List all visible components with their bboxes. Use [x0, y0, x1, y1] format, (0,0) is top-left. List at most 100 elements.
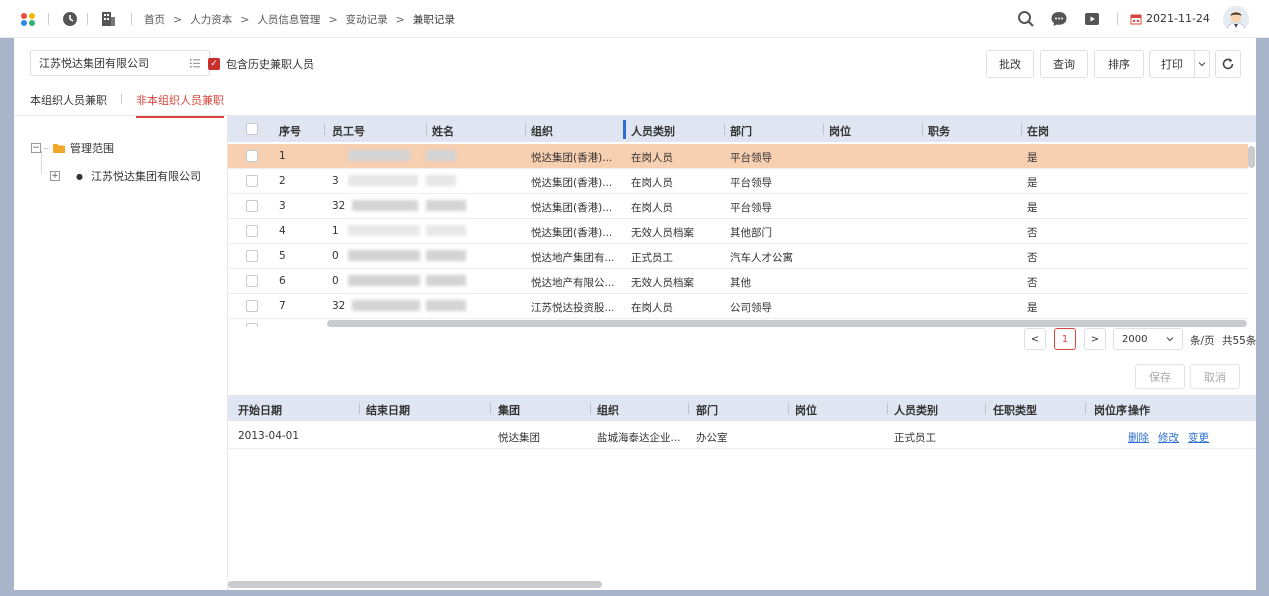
column-header[interactable]: 岗位 — [795, 402, 817, 418]
row-checkbox[interactable] — [246, 175, 258, 187]
date-display[interactable]: 2021-11-24 — [1130, 12, 1210, 25]
row-checkbox[interactable] — [246, 275, 258, 287]
bullet-icon: ● — [76, 171, 83, 181]
refresh-button[interactable] — [1215, 50, 1241, 78]
cell-onduty: 是 — [1027, 202, 1038, 214]
divider — [48, 13, 49, 25]
search-icon[interactable] — [1017, 10, 1035, 28]
column-header[interactable]: 任职类型 — [993, 402, 1037, 418]
column-resizer[interactable] — [1085, 403, 1086, 414]
redacted-area — [426, 250, 466, 261]
breadcrumb-item[interactable]: 人员信息管理 — [257, 12, 320, 27]
horizontal-scrollbar[interactable] — [327, 320, 1247, 327]
column-header[interactable]: 岗位序 — [1094, 402, 1127, 418]
column-header[interactable]: 集团 — [498, 402, 520, 418]
vertical-scrollbar[interactable] — [1248, 146, 1255, 168]
column-header[interactable]: 员工号 — [332, 123, 365, 139]
column-header[interactable]: 部门 — [730, 123, 752, 139]
breadcrumb-item[interactable]: 首页 — [144, 12, 165, 27]
column-header[interactable]: 开始日期 — [238, 402, 282, 418]
batch-edit-button[interactable]: 批改 — [986, 50, 1034, 78]
redacted-area — [426, 300, 466, 311]
column-header[interactable]: 职务 — [928, 123, 950, 139]
print-dropdown-button[interactable] — [1194, 50, 1210, 78]
column-resizer[interactable] — [724, 124, 725, 135]
total-count: 共55条 — [1222, 335, 1257, 347]
tree-node-child[interactable]: + ● 江苏悦达集团有限公司 — [50, 168, 201, 184]
column-resizer[interactable] — [1021, 124, 1022, 135]
building-icon[interactable] — [100, 11, 116, 27]
edit-link[interactable]: 修改 — [1158, 430, 1179, 445]
row-checkbox[interactable] — [246, 200, 258, 212]
column-header[interactable]: 姓名 — [432, 123, 454, 139]
column-header[interactable]: 操作 — [1128, 402, 1150, 418]
change-link[interactable]: 变更 — [1188, 430, 1209, 445]
save-button[interactable]: 保存 — [1135, 364, 1185, 389]
breadcrumb-item[interactable]: 变动记录 — [346, 12, 388, 27]
column-resizer[interactable] — [985, 403, 986, 414]
redacted-area — [426, 175, 456, 186]
cell-no: 1 — [279, 150, 286, 162]
divider — [121, 94, 122, 104]
column-resizer-active[interactable] — [623, 120, 626, 139]
column-header[interactable]: 组织 — [597, 402, 619, 418]
column-header[interactable]: 部门 — [696, 402, 718, 418]
column-resizer[interactable] — [490, 403, 491, 414]
column-resizer[interactable] — [922, 124, 923, 135]
tree-node-root[interactable]: − 管理范围 — [31, 140, 114, 156]
prev-page-button[interactable]: < — [1024, 328, 1046, 350]
row-checkbox[interactable] — [246, 300, 258, 312]
column-header[interactable]: 人员类别 — [894, 402, 938, 418]
cell-onduty: 否 — [1027, 252, 1038, 264]
column-resizer[interactable] — [525, 124, 526, 135]
folder-icon — [53, 144, 65, 153]
column-header[interactable]: 人员类别 — [631, 123, 675, 139]
org-select[interactable]: 江苏悦达集团有限公司 — [30, 50, 210, 76]
checkbox-checked-icon[interactable]: ✓ — [208, 58, 220, 70]
select-all-checkbox[interactable] — [246, 123, 258, 135]
row-checkbox[interactable] — [246, 150, 258, 162]
user-avatar-icon[interactable] — [1223, 6, 1249, 32]
column-resizer[interactable] — [426, 124, 427, 135]
cell-employee-id: 0 — [332, 250, 339, 262]
cell-group: 悦达集团 — [498, 432, 540, 444]
detail-table-row[interactable]: 2013-04-01 悦达集团 盐城海泰达企业... 办公室 正式员工 删除 修… — [228, 424, 1256, 449]
breadcrumb-item[interactable]: 人力资本 — [190, 12, 232, 27]
row-checkbox[interactable] — [246, 225, 258, 237]
chevron-down-icon — [1166, 337, 1174, 342]
column-resizer[interactable] — [887, 403, 888, 414]
column-header[interactable]: 结束日期 — [366, 402, 410, 418]
chat-icon[interactable] — [1050, 10, 1068, 28]
column-resizer[interactable] — [359, 403, 360, 414]
delete-link[interactable]: 删除 — [1128, 430, 1149, 445]
app-logo-icon[interactable] — [20, 12, 36, 26]
column-resizer[interactable] — [688, 403, 689, 414]
print-button[interactable]: 打印 — [1149, 50, 1195, 78]
expand-icon[interactable]: + — [50, 171, 60, 181]
column-resizer[interactable] — [590, 403, 591, 414]
horizontal-scrollbar[interactable] — [228, 581, 602, 588]
row-checkbox[interactable] — [246, 323, 258, 327]
query-button[interactable]: 查询 — [1040, 50, 1088, 78]
next-page-button[interactable]: > — [1084, 328, 1106, 350]
video-icon[interactable] — [1083, 10, 1101, 28]
column-resizer[interactable] — [823, 124, 824, 135]
column-header[interactable]: 在岗 — [1027, 123, 1049, 139]
clock-icon[interactable] — [62, 11, 78, 27]
redacted-area — [352, 300, 420, 311]
cancel-button[interactable]: 取消 — [1190, 364, 1240, 389]
column-header[interactable]: 序号 — [279, 123, 301, 139]
cell-onduty: 是 — [1027, 177, 1038, 189]
page-size-select[interactable]: 2000 — [1113, 328, 1183, 350]
row-checkbox[interactable] — [246, 250, 258, 262]
redacted-area — [348, 275, 420, 286]
column-resizer[interactable] — [788, 403, 789, 414]
sort-button[interactable]: 排序 — [1094, 50, 1144, 78]
page-1-button[interactable]: 1 — [1054, 328, 1076, 350]
column-header[interactable]: 组织 — [531, 123, 553, 139]
list-icon[interactable] — [189, 57, 201, 69]
include-history-checkbox[interactable]: ✓ 包含历史兼职人员 — [208, 56, 314, 72]
collapse-icon[interactable]: − — [31, 143, 41, 153]
column-header[interactable]: 岗位 — [829, 123, 851, 139]
column-resizer[interactable] — [324, 124, 325, 135]
